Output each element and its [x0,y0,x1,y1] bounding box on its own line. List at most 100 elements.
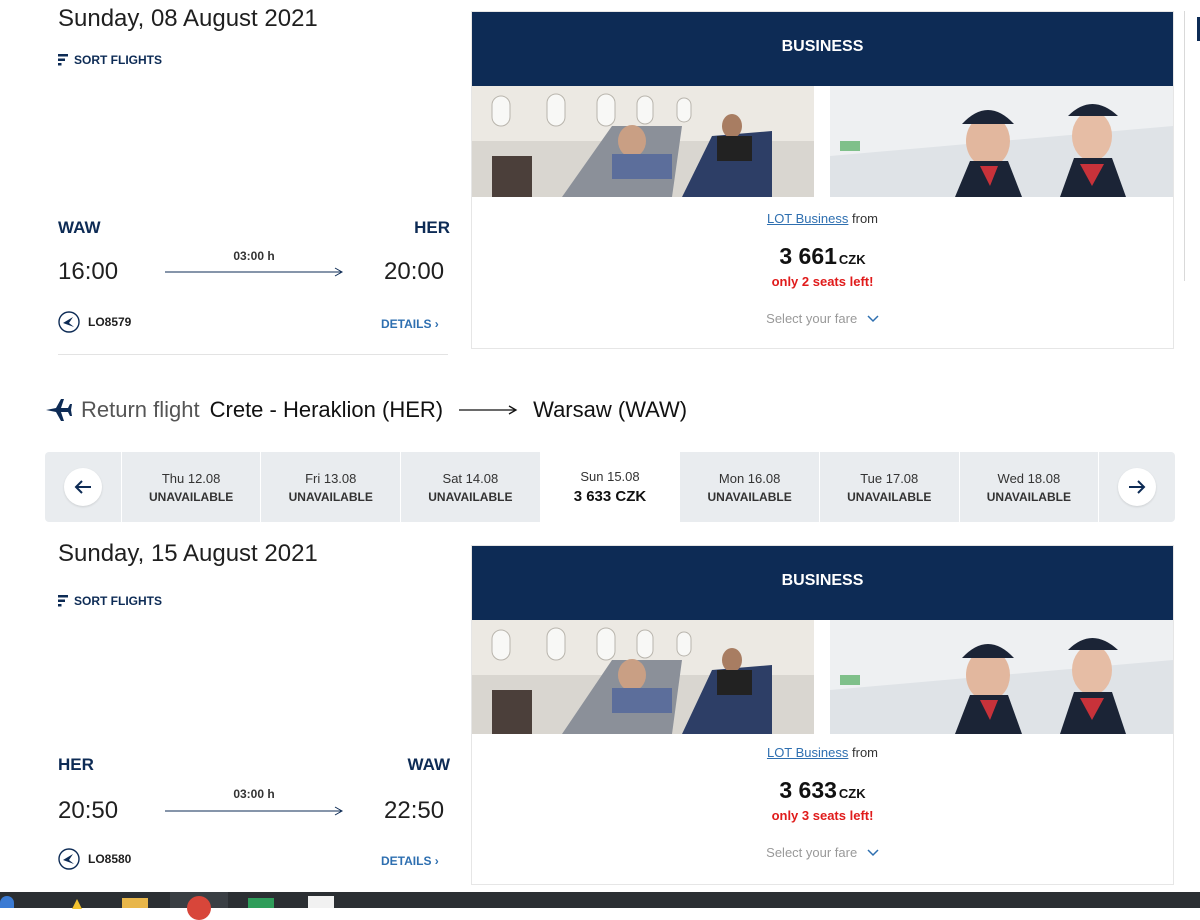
date-next-nav [1098,452,1175,522]
select-fare-label: Select your fare [766,311,858,326]
return-origin: Crete - Heraklion (HER) [209,397,444,422]
inbound-flight-number: LO8580 [58,848,131,870]
date-cell-date: Thu 12.08 [161,470,221,486]
select-fare-label: Select your fare [766,845,858,860]
inbound-card-photos [472,620,1173,734]
chrome-taskbar-item[interactable] [170,892,228,920]
outbound-fare-card: BUSINESS LOT Business from 3 661 CZK onl… [471,11,1174,349]
price-currency: CZK [838,786,866,801]
inbound-seats-left: only 3 seats left! [771,808,874,823]
date-cell-date: Mon 16.08 [718,470,781,486]
outbound-duration: 03:00 h [233,249,275,263]
outbound-date-title: Sunday, 08 August 2021 [58,5,318,32]
inbound-date-title: Sunday, 15 August 2021 [58,540,318,567]
sort-icon [58,595,68,607]
inbound-arrow-right-icon [165,804,345,816]
date-cell-date: Tue 17.08 [860,470,919,486]
date-cell-price: 3 633 CZK [573,488,647,505]
chrome-icon [187,896,211,920]
date-cell-tue-17-08[interactable]: Tue 17.08 UNAVAILABLE [818,452,959,522]
chevron-down-icon [867,849,879,857]
price-value: 3 661 [779,243,837,269]
date-cell-sat-14-08[interactable]: Sat 14.08 UNAVAILABLE [400,452,540,522]
outbound-lot-business-link[interactable]: LOT Business [767,211,848,226]
document-app-icon[interactable] [308,896,334,908]
cabin-crew-photo [830,620,1173,734]
date-cell-date: Fri 13.08 [305,470,357,486]
cabin-crew-photo [830,86,1173,197]
outbound-select-fare[interactable]: Select your fare [472,311,1173,326]
date-cell-status: UNAVAILABLE [288,489,373,504]
sort-flights-label: SORT FLIGHTS [74,53,162,67]
date-cell-status: UNAVAILABLE [707,489,792,504]
flight-number-label: LO8580 [88,852,132,866]
date-cell-status: UNAVAILABLE [428,489,513,504]
outbound-to-code: HER [414,218,450,237]
outbound-card-header: BUSINESS [472,12,1173,86]
sort-flights-label: SORT FLIGHTS [74,594,162,608]
arrow-left-icon [74,480,91,494]
outbound-arrive-time: 20:00 [384,258,445,285]
sort-icon [58,54,68,66]
inbound-card-header: BUSINESS [472,546,1173,620]
inbound-to-code: WAW [407,755,451,774]
start-icon[interactable] [0,896,14,908]
date-cell-status: UNAVAILABLE [149,489,234,504]
date-cell-date: Sun 15.08 [580,469,640,484]
inbound-fare-card: BUSINESS LOT Business from 3 633 CZK onl… [471,545,1174,885]
folder-icon[interactable] [62,896,92,909]
outbound-card-photos [472,86,1173,197]
plane-return-icon [46,399,72,421]
fare-from-text: from [848,745,879,760]
inbound-depart-time: 20:50 [58,797,119,824]
arrow-right-icon [459,405,518,415]
flight-number-label: LO8579 [88,315,132,329]
return-destination: Warsaw (WAW) [533,397,688,422]
side-panel-edge [1184,11,1200,281]
date-cell-date: Sat 14.08 [442,470,499,486]
date-cell-status: UNAVAILABLE [986,489,1071,504]
inbound-duration: 03:00 h [233,787,275,801]
business-cabin-photo [472,86,814,197]
outbound-price: 3 661 CZK [472,243,1173,270]
date-cell-mon-16-08[interactable]: Mon 16.08 UNAVAILABLE [679,452,819,522]
inbound-from-code: HER [58,755,94,774]
date-cell-wed-18-08[interactable]: Wed 18.08 UNAVAILABLE [958,452,1099,522]
spreadsheet-app-icon[interactable] [248,898,274,908]
lot-crane-logo-icon [58,311,80,333]
date-cell-status: UNAVAILABLE [847,489,932,504]
os-taskbar [0,892,1200,920]
file-explorer-icon[interactable] [122,898,148,908]
date-selector-bar: Thu 12.08 UNAVAILABLE Fri 13.08 UNAVAILA… [45,452,1175,522]
date-cell-date: Wed 18.08 [997,470,1061,486]
outbound-from-code: WAW [58,218,101,237]
inbound-fare-line: LOT Business from [472,745,1173,760]
return-flight-label: Return flight [81,397,200,422]
outbound-arrow-right-icon [165,265,345,277]
next-dates-button[interactable] [1118,468,1157,506]
date-cell-fri-13-08[interactable]: Fri 13.08 UNAVAILABLE [260,452,400,522]
lot-crane-logo-icon [58,848,80,870]
prev-dates-button[interactable] [63,468,102,506]
outbound-fare-line: LOT Business from [472,211,1173,226]
outbound-seats-left: only 2 seats left! [771,274,874,289]
fare-from-text: from [848,211,879,226]
outbound-separator [58,354,448,355]
arrow-right-icon [1129,480,1146,494]
date-cell-thu-12-08[interactable]: Thu 12.08 UNAVAILABLE [120,452,261,522]
chevron-down-icon [867,315,879,323]
outbound-sort-flights-button[interactable]: SORT FLIGHTS [58,53,162,67]
outbound-details-link[interactable]: DETAILS › [381,317,439,331]
outbound-flight-number: LO8579 [58,311,131,333]
inbound-select-fare[interactable]: Select your fare [472,845,1173,860]
price-value: 3 633 [779,777,837,803]
inbound-arrive-time: 22:50 [384,797,445,824]
return-flight-header: Return flight Crete - Heraklion (HER) Wa… [45,397,687,423]
date-cell-sun-15-08-selected[interactable]: Sun 15.08 3 633 CZK [539,452,680,522]
inbound-price: 3 633 CZK [472,777,1173,804]
date-prev-nav [45,452,121,522]
inbound-lot-business-link[interactable]: LOT Business [767,745,848,760]
business-cabin-photo [472,620,814,734]
inbound-details-link[interactable]: DETAILS › [381,854,439,868]
inbound-sort-flights-button[interactable]: SORT FLIGHTS [58,594,162,608]
